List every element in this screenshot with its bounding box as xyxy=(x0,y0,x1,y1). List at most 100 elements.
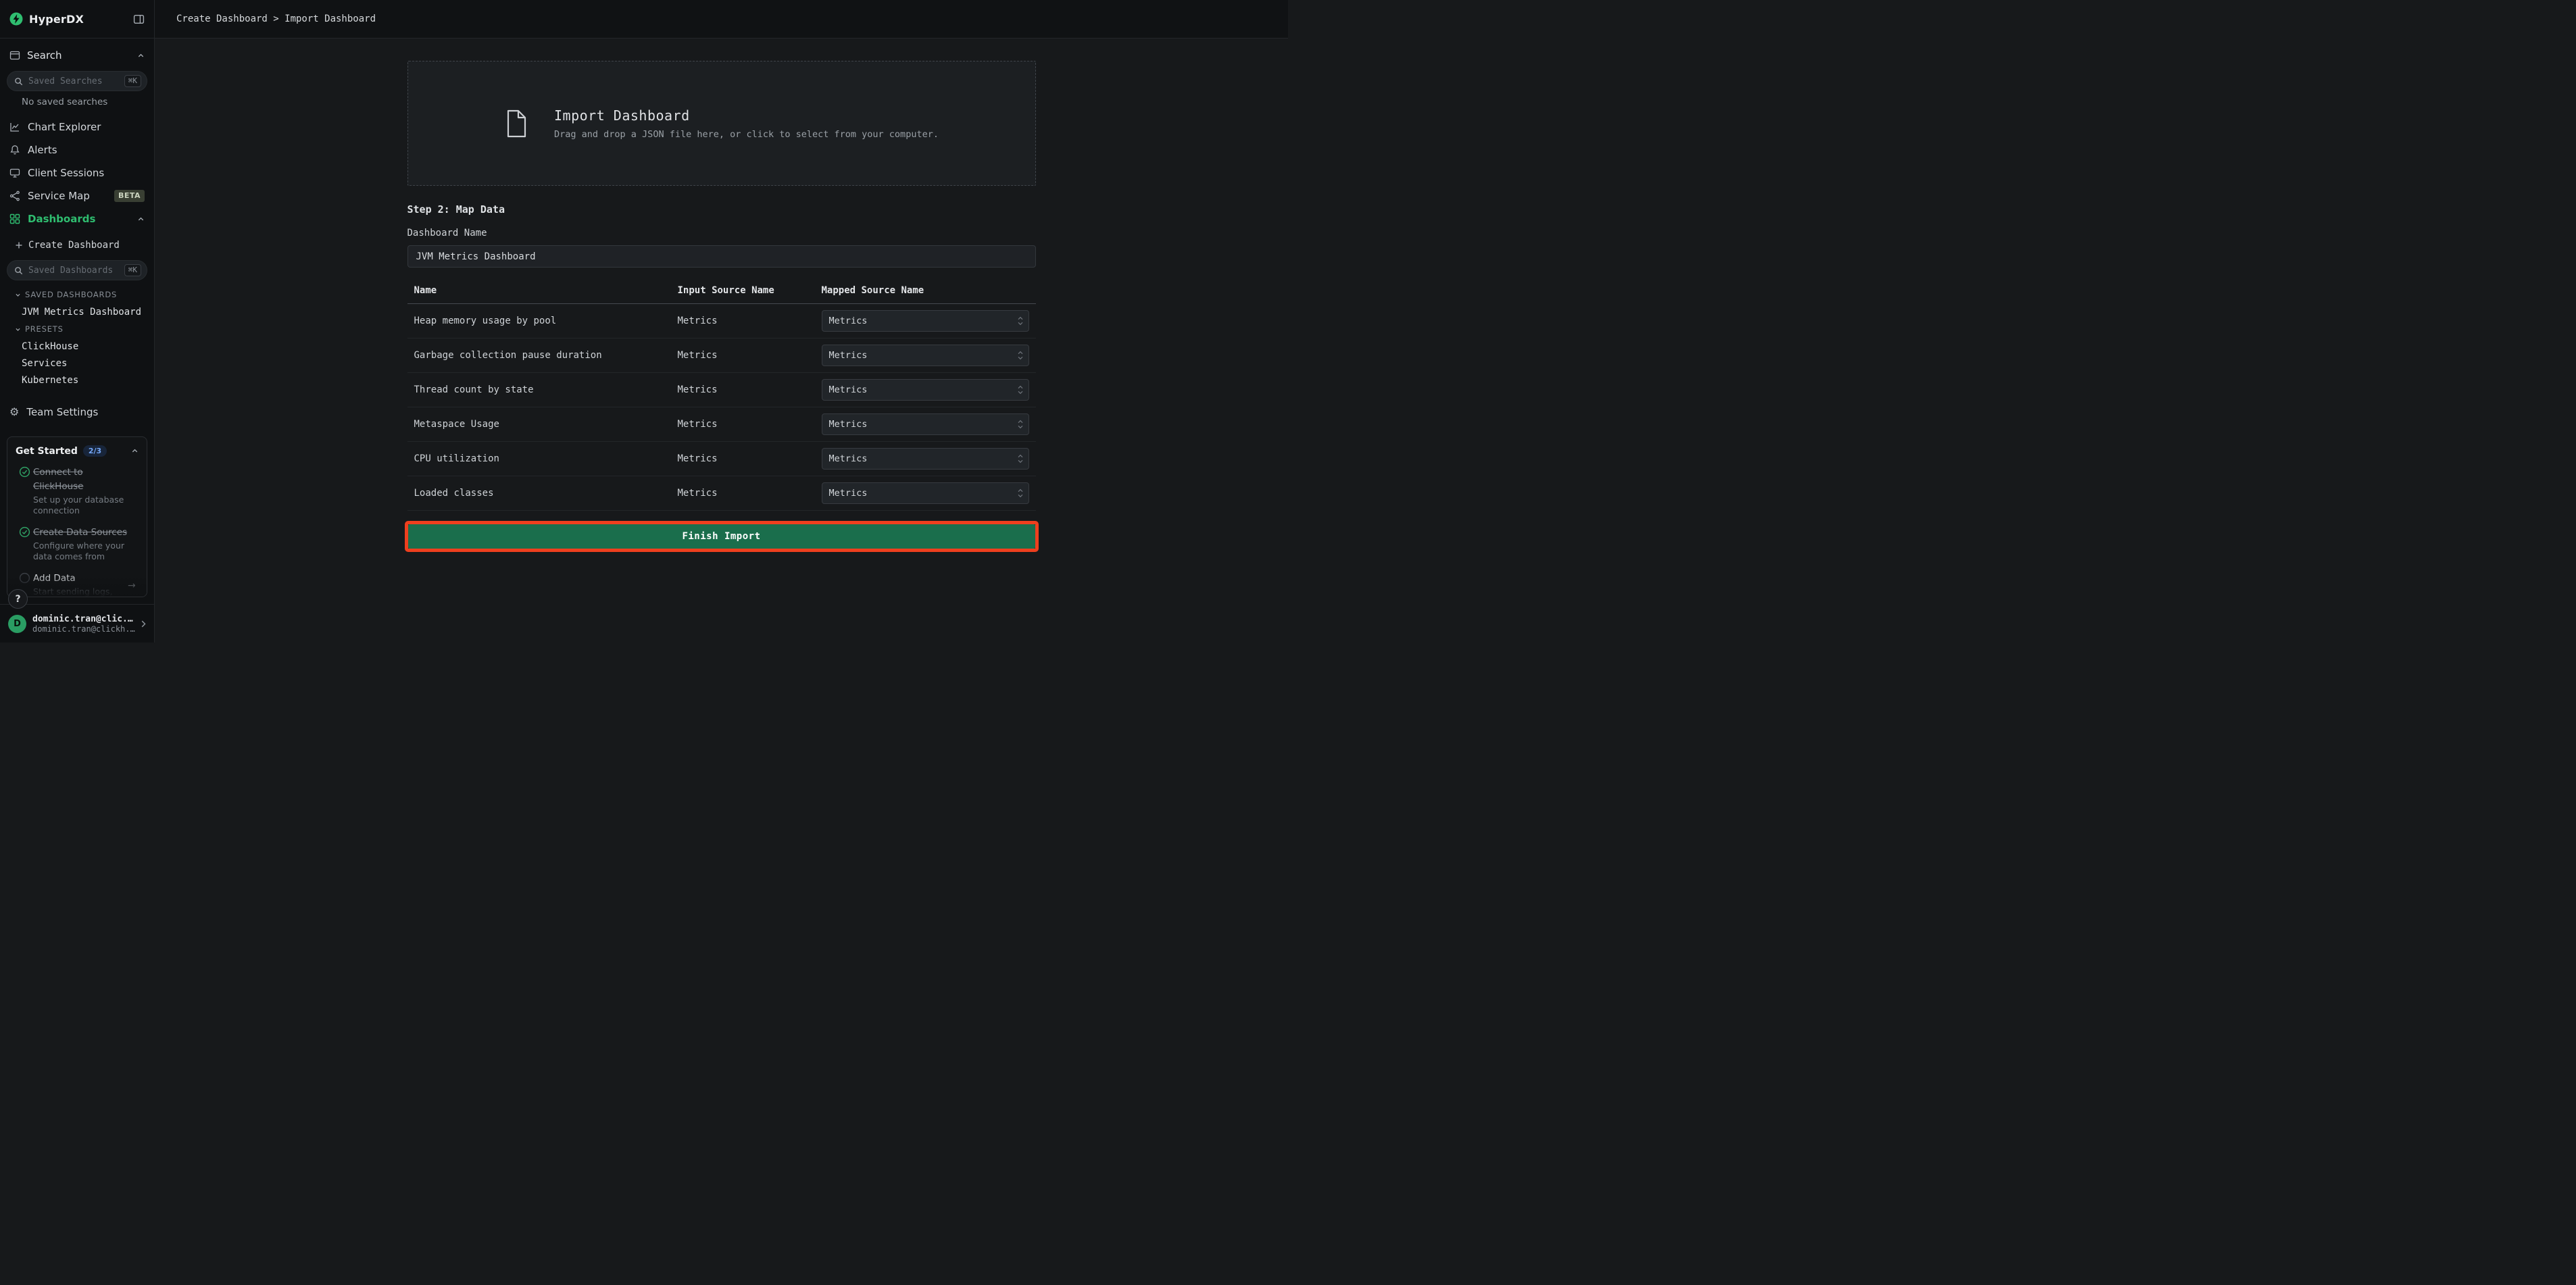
row-input-source: Metrics xyxy=(678,419,822,430)
sidebar-scroll: Search Saved Searches ⌘K No saved search… xyxy=(0,39,154,436)
select-value: Metrics xyxy=(829,316,868,326)
row-input-source: Metrics xyxy=(678,453,822,464)
check-circle-icon xyxy=(16,526,33,538)
app-title: HyperDX xyxy=(29,13,84,26)
file-dropzone[interactable]: Import Dashboard Drag and drop a JSON fi… xyxy=(407,61,1036,186)
click-highlight-box: Finish Import xyxy=(405,521,1039,552)
chevron-right-icon xyxy=(141,620,146,628)
service-map-icon xyxy=(9,191,20,201)
select-value: Metrics xyxy=(829,453,868,464)
sidebar-item-dashboards[interactable]: Dashboards xyxy=(0,207,154,230)
hyperdx-logo-icon xyxy=(9,12,23,26)
select-value: Metrics xyxy=(829,350,868,361)
finish-import-button[interactable]: Finish Import xyxy=(408,524,1035,549)
presets-heading[interactable]: PRESETS xyxy=(0,320,154,338)
table-row: Metaspace Usage Metrics Metrics xyxy=(407,407,1036,442)
saved-searches-placeholder: Saved Searches xyxy=(28,76,119,86)
saved-dashboards-heading[interactable]: SAVED DASHBOARDS xyxy=(0,286,154,303)
chart-explorer-icon xyxy=(9,122,20,132)
get-started-step-add-data[interactable]: Add Data Start sending logs, metrics, or… xyxy=(7,570,147,597)
column-header-mapped-source: Mapped Source Name xyxy=(822,285,1036,296)
column-header-input-source: Input Source Name xyxy=(678,285,822,296)
user-menu[interactable]: D dominic.tran@clic... dominic.tran@clic… xyxy=(0,604,154,642)
sidebar-item-client-sessions[interactable]: Client Sessions xyxy=(0,161,154,184)
column-header-name: Name xyxy=(407,285,678,296)
step-title: Add Data xyxy=(33,573,76,584)
select-chevrons-icon xyxy=(1018,351,1023,360)
sidebar-item-team-settings[interactable]: ⚙ Team Settings xyxy=(0,401,154,424)
preset-item-kubernetes[interactable]: Kubernetes xyxy=(0,372,154,388)
get-started-step-connect[interactable]: Connect to ClickHouse Set up your databa… xyxy=(7,463,147,524)
step-label: Step 2: Map Data xyxy=(407,203,1036,216)
get-started-step-sources[interactable]: Create Data Sources Configure where your… xyxy=(7,524,147,570)
row-name: CPU utilization xyxy=(407,453,678,464)
avatar: D xyxy=(8,615,26,633)
table-row: Thread count by state Metrics Metrics xyxy=(407,373,1036,407)
search-section-label: Search xyxy=(27,49,62,61)
breadcrumb[interactable]: Create Dashboard > Import Dashboard xyxy=(176,14,376,24)
preset-item-services[interactable]: Services xyxy=(0,355,154,372)
select-value: Metrics xyxy=(829,384,868,395)
step-desc: Start sending logs, metrics, or traces xyxy=(33,586,128,597)
table-row: Heap memory usage by pool Metrics Metric… xyxy=(407,304,1036,338)
dashboards-grid-icon xyxy=(9,213,20,224)
mapped-source-select[interactable]: Metrics xyxy=(822,379,1029,401)
row-name: Loaded classes xyxy=(407,488,678,499)
sidebar-toggle-icon[interactable] xyxy=(133,14,145,25)
shortcut-badge: ⌘K xyxy=(124,264,141,276)
mapped-source-select[interactable]: Metrics xyxy=(822,482,1029,504)
dashboard-name-label: Dashboard Name xyxy=(407,228,1036,238)
shortcut-badge: ⌘K xyxy=(124,75,141,87)
table-row: Garbage collection pause duration Metric… xyxy=(407,338,1036,373)
mapped-source-select[interactable]: Metrics xyxy=(822,345,1029,366)
mapped-source-select[interactable]: Metrics xyxy=(822,413,1029,435)
row-input-source: Metrics xyxy=(678,488,822,499)
sidebar-item-chart-explorer[interactable]: Chart Explorer xyxy=(0,116,154,138)
table-row: CPU utilization Metrics Metrics xyxy=(407,442,1036,476)
table-row: Loaded classes Metrics Metrics xyxy=(407,476,1036,511)
create-dashboard-button[interactable]: Create Dashboard xyxy=(0,234,154,256)
mapped-source-select[interactable]: Metrics xyxy=(822,448,1029,470)
search-icon xyxy=(14,266,23,275)
sidebar: HyperDX Search Saved Sea xyxy=(0,0,155,642)
row-name: Garbage collection pause duration xyxy=(407,350,678,361)
check-circle-icon xyxy=(16,466,33,478)
saved-dashboards-input[interactable]: Saved Dashboards ⌘K xyxy=(7,260,147,280)
table-header: Name Input Source Name Mapped Source Nam… xyxy=(407,277,1036,304)
saved-searches-input[interactable]: Saved Searches ⌘K xyxy=(7,71,147,91)
search-icon xyxy=(14,77,23,86)
logo-row: HyperDX xyxy=(0,0,154,39)
row-name: Heap memory usage by pool xyxy=(407,316,678,326)
select-chevrons-icon xyxy=(1018,420,1023,429)
saved-dashboards-placeholder: Saved Dashboards xyxy=(28,266,119,276)
saved-dashboard-item[interactable]: JVM Metrics Dashboard xyxy=(0,303,154,320)
get-started-header[interactable]: Get Started 2/3 xyxy=(7,437,147,463)
bell-icon xyxy=(9,145,20,155)
select-chevrons-icon xyxy=(1018,386,1023,395)
main-column: Create Dashboard > Import Dashboard Impo… xyxy=(155,0,1288,642)
content-area: Import Dashboard Drag and drop a JSON fi… xyxy=(155,39,1288,642)
presets-heading-label: PRESETS xyxy=(25,324,64,334)
step-desc: Set up your database connection xyxy=(33,495,128,517)
sidebar-item-alerts[interactable]: Alerts xyxy=(0,138,154,161)
chevron-up-icon xyxy=(131,447,139,455)
team-settings-label: Team Settings xyxy=(26,406,98,418)
create-dashboard-label: Create Dashboard xyxy=(28,240,120,251)
sidebar-section-search[interactable]: Search xyxy=(0,41,154,70)
empty-circle-icon xyxy=(16,572,33,584)
search-section-icon xyxy=(9,50,20,61)
select-value: Metrics xyxy=(829,419,868,430)
no-saved-searches-note: No saved searches xyxy=(22,97,154,107)
mapped-source-select[interactable]: Metrics xyxy=(822,310,1029,332)
help-button[interactable]: ? xyxy=(8,589,28,609)
sidebar-item-service-map[interactable]: Service Map BETA xyxy=(0,184,154,207)
preset-item-clickhouse[interactable]: ClickHouse xyxy=(0,338,154,355)
topbar: Create Dashboard > Import Dashboard xyxy=(155,0,1288,39)
dashboard-name-input[interactable] xyxy=(407,245,1036,268)
beta-badge: BETA xyxy=(114,190,145,201)
monitor-icon xyxy=(9,168,20,178)
select-chevrons-icon xyxy=(1018,317,1023,326)
dropzone-subtitle: Drag and drop a JSON file here, or click… xyxy=(554,129,939,140)
row-input-source: Metrics xyxy=(678,316,822,326)
get-started-progress-badge: 2/3 xyxy=(83,445,107,457)
